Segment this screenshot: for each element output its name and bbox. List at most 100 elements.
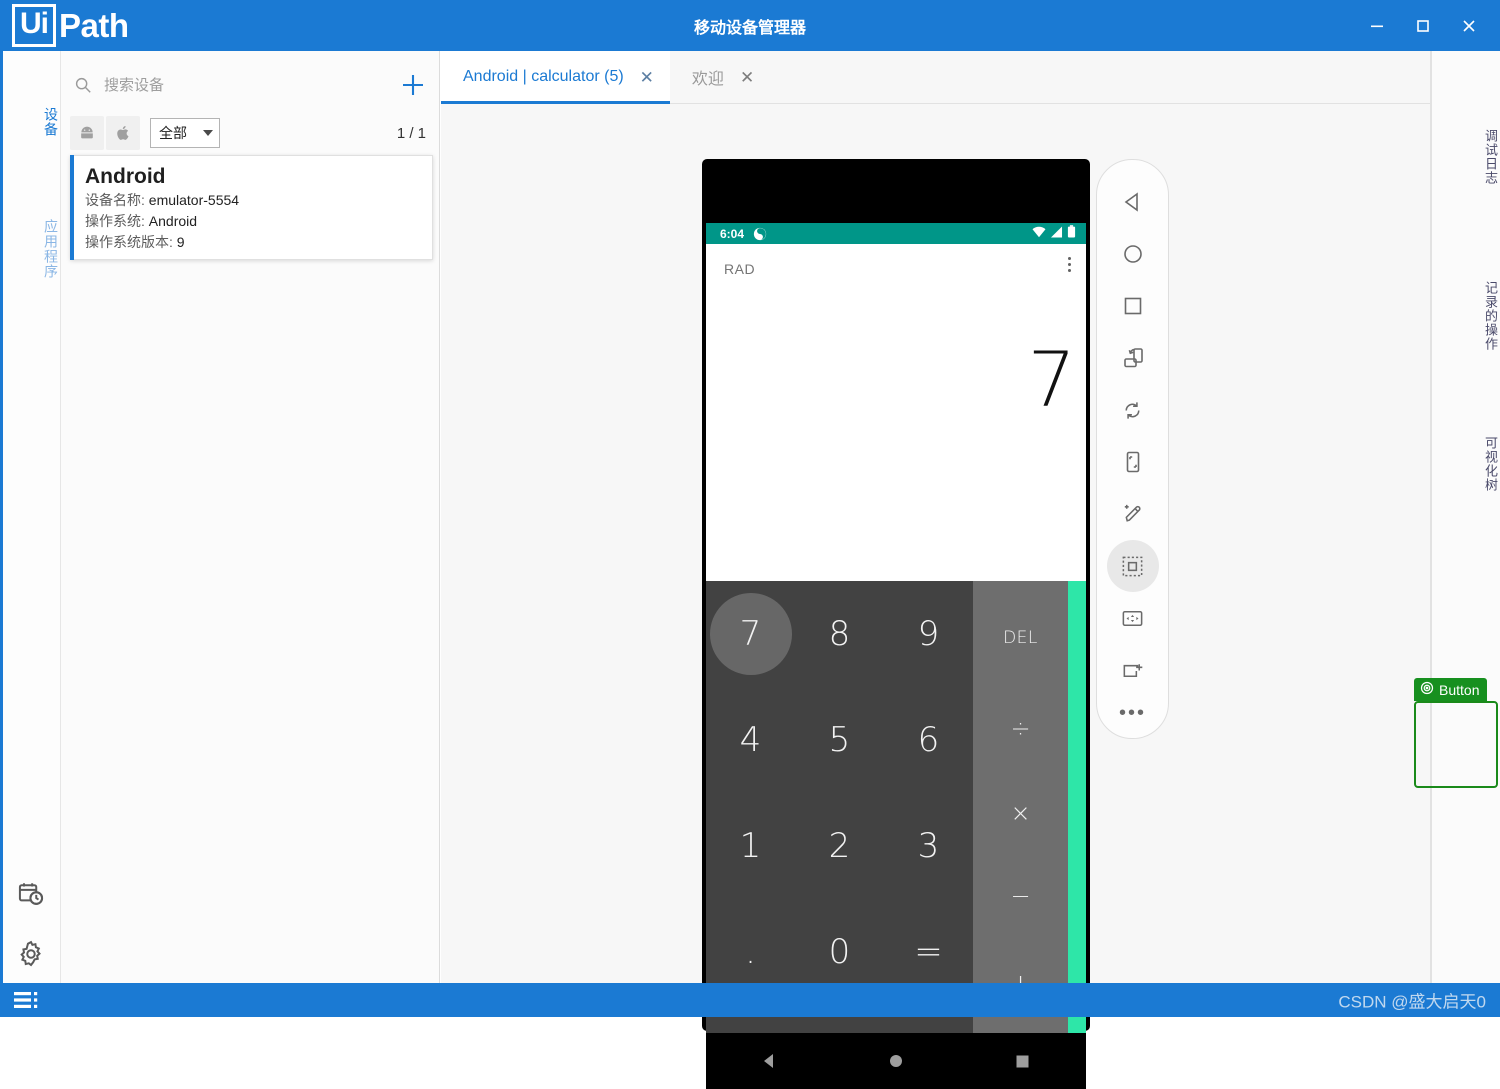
watermark-text: CSDN @盛大启天0 — [1338, 988, 1486, 1013]
close-icon[interactable]: ✕ — [740, 69, 754, 86]
device-card-row: 设备名称: emulator-5554 — [85, 190, 432, 210]
screen-accent-edge — [1068, 581, 1086, 1033]
device-card-title: Android — [85, 165, 432, 189]
window-controls — [1354, 0, 1492, 51]
main-content-area: Android | calculator (5) ✕ 欢迎 ✕ 6:04 — [441, 51, 1431, 983]
recents-icon[interactable] — [993, 1054, 1053, 1069]
panel-tab-recorded-actions[interactable]: 记录的操作 — [1431, 281, 1500, 351]
signal-icon — [1050, 225, 1063, 243]
platform-select-value: 全部 — [159, 123, 187, 143]
wifi-icon — [1032, 225, 1046, 243]
device-card[interactable]: Android 设备名称: emulator-5554 操作系统: Androi… — [70, 155, 433, 260]
device-osver-key: 操作系统版本: — [85, 234, 173, 250]
add-region-icon[interactable] — [1107, 644, 1159, 696]
ios-filter-icon[interactable] — [106, 116, 140, 150]
sync-icon — [753, 227, 767, 241]
search-icon — [74, 76, 92, 94]
status-bar: CSDN @盛大启天0 — [0, 983, 1500, 1017]
tab-bar: Android | calculator (5) ✕ 欢迎 ✕ — [441, 51, 1431, 104]
device-list-panel: 全部 1 / 1 Android 设备名称: emulator-5554 操作系… — [61, 51, 440, 983]
sidebar-item-devices[interactable]: 设备 — [0, 107, 61, 137]
chevron-down-icon — [203, 130, 213, 136]
window-title: 移动设备管理器 — [0, 14, 1500, 38]
calc-key-6[interactable]: 6 — [884, 687, 973, 793]
device-os-value: Android — [149, 213, 197, 229]
schedule-icon[interactable] — [12, 875, 50, 913]
device-os-key: 操作系统: — [85, 213, 145, 229]
back-nav-icon[interactable] — [1107, 176, 1159, 228]
key-label: 7 — [740, 614, 762, 654]
platform-select[interactable]: 全部 — [150, 118, 220, 148]
refresh-icon[interactable] — [1107, 384, 1159, 436]
select-element-icon[interactable] — [1107, 540, 1159, 592]
left-navigation-rail: 设备 应用程序 — [0, 51, 61, 983]
rotate-device-icon[interactable] — [1107, 332, 1159, 384]
more-actions-button[interactable]: ••• — [1119, 696, 1146, 730]
home-icon[interactable] — [866, 1053, 926, 1069]
close-button[interactable] — [1446, 0, 1492, 51]
list-menu-icon[interactable] — [14, 990, 40, 1010]
device-card-row: 操作系统版本: 9 — [85, 232, 432, 252]
screenshot-icon[interactable] — [1107, 436, 1159, 488]
selected-element-tag: Button — [1414, 678, 1487, 701]
sidebar-item-applications[interactable]: 应用程序 — [0, 219, 61, 279]
recents-nav-icon[interactable] — [1107, 280, 1159, 332]
status-icons — [1032, 225, 1076, 243]
close-icon[interactable]: ✕ — [640, 69, 654, 86]
key-label: 8 — [829, 614, 851, 654]
key-label: = — [914, 932, 943, 972]
device-mirror-stage: 6:04 — [441, 104, 1431, 983]
key-label: 0 — [829, 932, 851, 972]
panel-tab-visual-tree[interactable]: 可视化树 — [1431, 436, 1500, 492]
calc-key-3[interactable]: 3 — [884, 793, 973, 899]
tab-android-calculator[interactable]: Android | calculator (5) ✕ — [441, 51, 670, 103]
status-time: 6:04 — [720, 227, 744, 241]
search-input[interactable] — [104, 77, 390, 94]
rail-accent-line — [0, 51, 3, 983]
target-icon — [1420, 681, 1434, 698]
overflow-menu-icon[interactable] — [1068, 257, 1071, 272]
key-label: 1 — [740, 826, 762, 866]
tab-label: Android | calculator (5) — [463, 68, 624, 86]
edit-text-icon[interactable] — [1107, 488, 1159, 540]
calculator-number-pad: 7 8 9 4 5 6 1 2 3 . 0 = — [706, 581, 973, 1033]
calc-key-2[interactable]: 2 — [795, 793, 884, 899]
calc-key-8[interactable]: 8 — [795, 581, 884, 687]
back-icon[interactable] — [739, 1052, 799, 1070]
calc-key-1[interactable]: 1 — [706, 793, 795, 899]
logo-ui-mark: Ui — [12, 4, 56, 47]
calc-key-5[interactable]: 5 — [795, 687, 884, 793]
add-device-button[interactable] — [390, 62, 436, 108]
device-card-row: 操作系统: Android — [85, 211, 432, 231]
calculator-operator-pad: DEL ÷ × − + — [973, 581, 1068, 1033]
device-name-key: 设备名称: — [85, 192, 145, 208]
tab-welcome[interactable]: 欢迎 ✕ — [670, 51, 770, 103]
calc-key-9[interactable]: 9 — [884, 581, 973, 687]
uipath-logo: Ui Path — [12, 4, 129, 47]
calc-key-4[interactable]: 4 — [706, 687, 795, 793]
key-label: 3 — [918, 826, 940, 866]
maximize-button[interactable] — [1400, 0, 1446, 51]
title-bar: Ui Path 移动设备管理器 — [0, 0, 1500, 51]
device-osver-value: 9 — [177, 234, 185, 250]
tab-label: 欢迎 — [692, 65, 724, 89]
device-action-toolbar: ••• — [1096, 159, 1169, 739]
selected-element-outline — [1414, 701, 1498, 788]
android-nav-bar — [706, 1033, 1086, 1089]
calculator-mode-label: RAD — [724, 261, 755, 277]
battery-icon — [1067, 225, 1076, 243]
panel-tab-debug-log[interactable]: 调试日志 — [1431, 129, 1500, 185]
device-name-value: emulator-5554 — [149, 192, 239, 208]
swipe-icon[interactable] — [1107, 592, 1159, 644]
calculator-keypad: 7 8 9 4 5 6 1 2 3 . 0 = DEL ÷ × — [706, 581, 1086, 1033]
home-nav-icon[interactable] — [1107, 228, 1159, 280]
key-label: . — [745, 932, 756, 972]
settings-icon[interactable] — [12, 935, 50, 973]
device-pager: 1 / 1 — [397, 125, 426, 142]
device-filter-row: 全部 1 / 1 — [61, 111, 440, 155]
minimize-button[interactable] — [1354, 0, 1400, 51]
right-panel-rail: 调试日志 记录的操作 可视化树 — [1431, 51, 1500, 983]
calc-key-7[interactable]: 7 — [706, 581, 795, 687]
android-filter-icon[interactable] — [70, 116, 104, 150]
key-label: 9 — [918, 614, 940, 654]
